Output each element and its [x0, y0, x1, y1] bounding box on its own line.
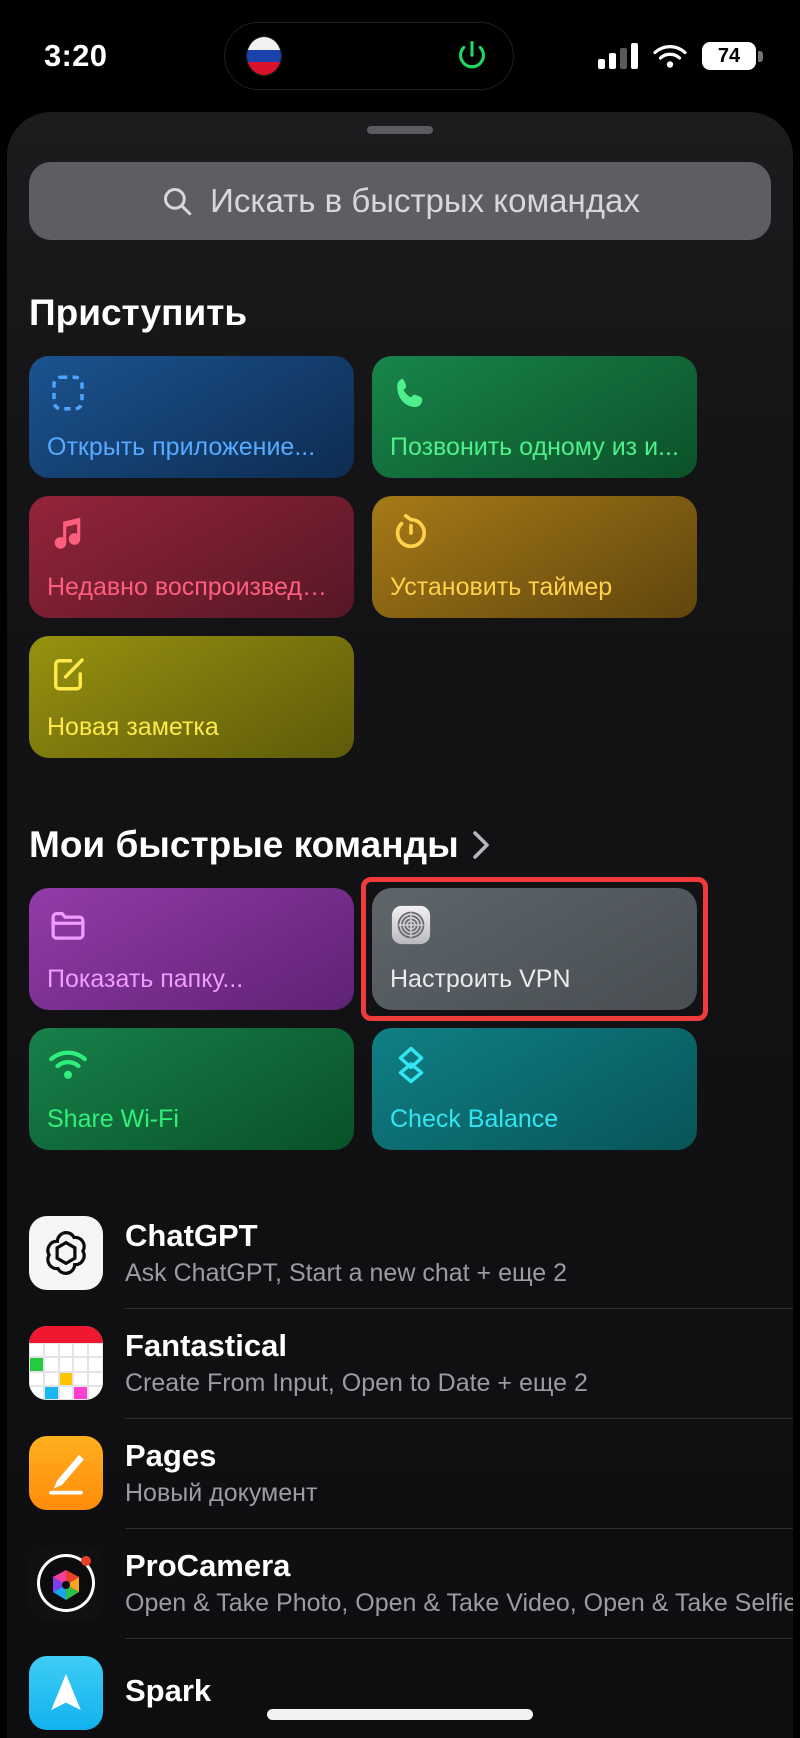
card-label: Новая заметка — [47, 713, 219, 741]
stacked-layers-icon — [390, 1044, 679, 1088]
card-label: Check Balance — [390, 1105, 559, 1133]
battery-percent: 74 — [717, 44, 741, 67]
card-show-folder[interactable]: Показать папку... — [29, 888, 354, 1010]
shortcuts-sheet: Искать в быстрых командах Приступить Отк… — [7, 112, 793, 1738]
card-share-wifi[interactable]: Share Wi-Fi — [29, 1028, 354, 1150]
app-name: ProCamera — [125, 1548, 291, 1583]
app-name: ChatGPT — [125, 1218, 258, 1253]
card-label: Открыть приложение... — [47, 433, 316, 461]
app-subtitle: Open & Take Photo, Open & Take Video, Op… — [125, 1589, 793, 1617]
get-started-grid: Открыть приложение... Позвонить одному и… — [7, 356, 793, 758]
get-started-header: Приступить — [7, 292, 793, 334]
card-call-contact[interactable]: Позвонить одному из и... — [372, 356, 697, 478]
app-subtitle: Новый документ — [125, 1479, 318, 1507]
app-frame-icon — [47, 372, 336, 416]
app-name: Spark — [125, 1672, 212, 1708]
folder-icon — [47, 904, 336, 948]
app-text: Fantastical Create From Input, Open to D… — [125, 1328, 588, 1398]
app-shortcuts-list: ChatGPT Ask ChatGPT, Start a new chat + … — [7, 1198, 793, 1738]
card-label: Позвонить одному из и... — [390, 433, 679, 461]
cellular-signal-icon — [598, 43, 638, 69]
app-subtitle: Create From Input, Open to Date + еще 2 — [125, 1369, 588, 1397]
phone-icon — [390, 372, 679, 416]
spark-app-icon — [29, 1656, 103, 1730]
home-indicator[interactable] — [267, 1709, 533, 1720]
status-bar-time: 3:20 — [44, 38, 108, 73]
status-bar-indicators: 74 — [566, 42, 763, 70]
phone-screen: 3:20 74 Искать в быстрых командах Присту… — [0, 0, 800, 1738]
sheet-grabber[interactable] — [367, 126, 433, 134]
wifi-icon — [653, 45, 687, 68]
chevron-right-icon — [472, 831, 489, 859]
card-label: Настроить VPN — [390, 965, 571, 993]
card-recently-played[interactable]: Недавно воспроизведе... — [29, 496, 354, 618]
card-open-app[interactable]: Открыть приложение... — [29, 356, 354, 478]
card-label: Показать папку... — [47, 965, 244, 993]
card-set-timer[interactable]: Установить таймер — [372, 496, 697, 618]
search-input[interactable]: Искать в быстрых командах — [29, 162, 771, 240]
app-text: ProCamera Open & Take Photo, Open & Take… — [125, 1548, 793, 1618]
chatgpt-app-icon — [29, 1216, 103, 1290]
list-item[interactable]: ChatGPT Ask ChatGPT, Start a new chat + … — [29, 1198, 793, 1308]
my-shortcuts-title: Мои быстрые команды — [29, 824, 459, 865]
wifi-icon — [47, 1044, 336, 1088]
power-icon — [459, 40, 485, 69]
list-item[interactable]: Fantastical Create From Input, Open to D… — [29, 1308, 793, 1418]
music-note-icon — [47, 512, 336, 556]
my-shortcuts-header[interactable]: Мои быстрые команды — [7, 824, 793, 866]
app-text: Pages Новый документ — [125, 1438, 317, 1508]
app-name: Pages — [125, 1438, 217, 1473]
app-text: Spark — [125, 1673, 211, 1714]
russia-flag-icon — [247, 37, 281, 75]
dynamic-island[interactable] — [224, 22, 514, 90]
procamera-app-icon — [29, 1546, 103, 1620]
search-placeholder: Искать в быстрых командах — [210, 182, 640, 219]
card-new-note[interactable]: Новая заметка — [29, 636, 354, 758]
search-icon — [164, 188, 192, 216]
my-shortcuts-grid: Показать папку... Настроить VPN Share Wi… — [7, 877, 793, 1150]
settings-gear-icon — [390, 904, 679, 948]
get-started-title: Приступить — [29, 292, 248, 333]
note-edit-icon — [47, 652, 336, 696]
card-label: Установить таймер — [390, 573, 613, 601]
list-item[interactable]: Pages Новый документ — [29, 1418, 793, 1528]
battery-icon: 74 — [702, 42, 763, 70]
card-setup-vpn[interactable]: Настроить VPN — [372, 888, 697, 1010]
pages-app-icon — [29, 1436, 103, 1510]
card-check-balance[interactable]: Check Balance — [372, 1028, 697, 1150]
app-name: Fantastical — [125, 1328, 287, 1363]
list-item[interactable]: Spark — [29, 1638, 793, 1738]
vpn-card-highlight: Настроить VPN — [361, 877, 708, 1021]
list-item[interactable]: ProCamera Open & Take Photo, Open & Take… — [29, 1528, 793, 1638]
card-label: Share Wi-Fi — [47, 1105, 179, 1133]
fantastical-app-icon — [29, 1326, 103, 1400]
app-subtitle: Ask ChatGPT, Start a new chat + еще 2 — [125, 1259, 568, 1287]
status-bar: 3:20 74 — [0, 0, 800, 112]
card-label: Недавно воспроизведе... — [47, 573, 336, 601]
app-text: ChatGPT Ask ChatGPT, Start a new chat + … — [125, 1218, 567, 1288]
timer-icon — [390, 512, 679, 556]
